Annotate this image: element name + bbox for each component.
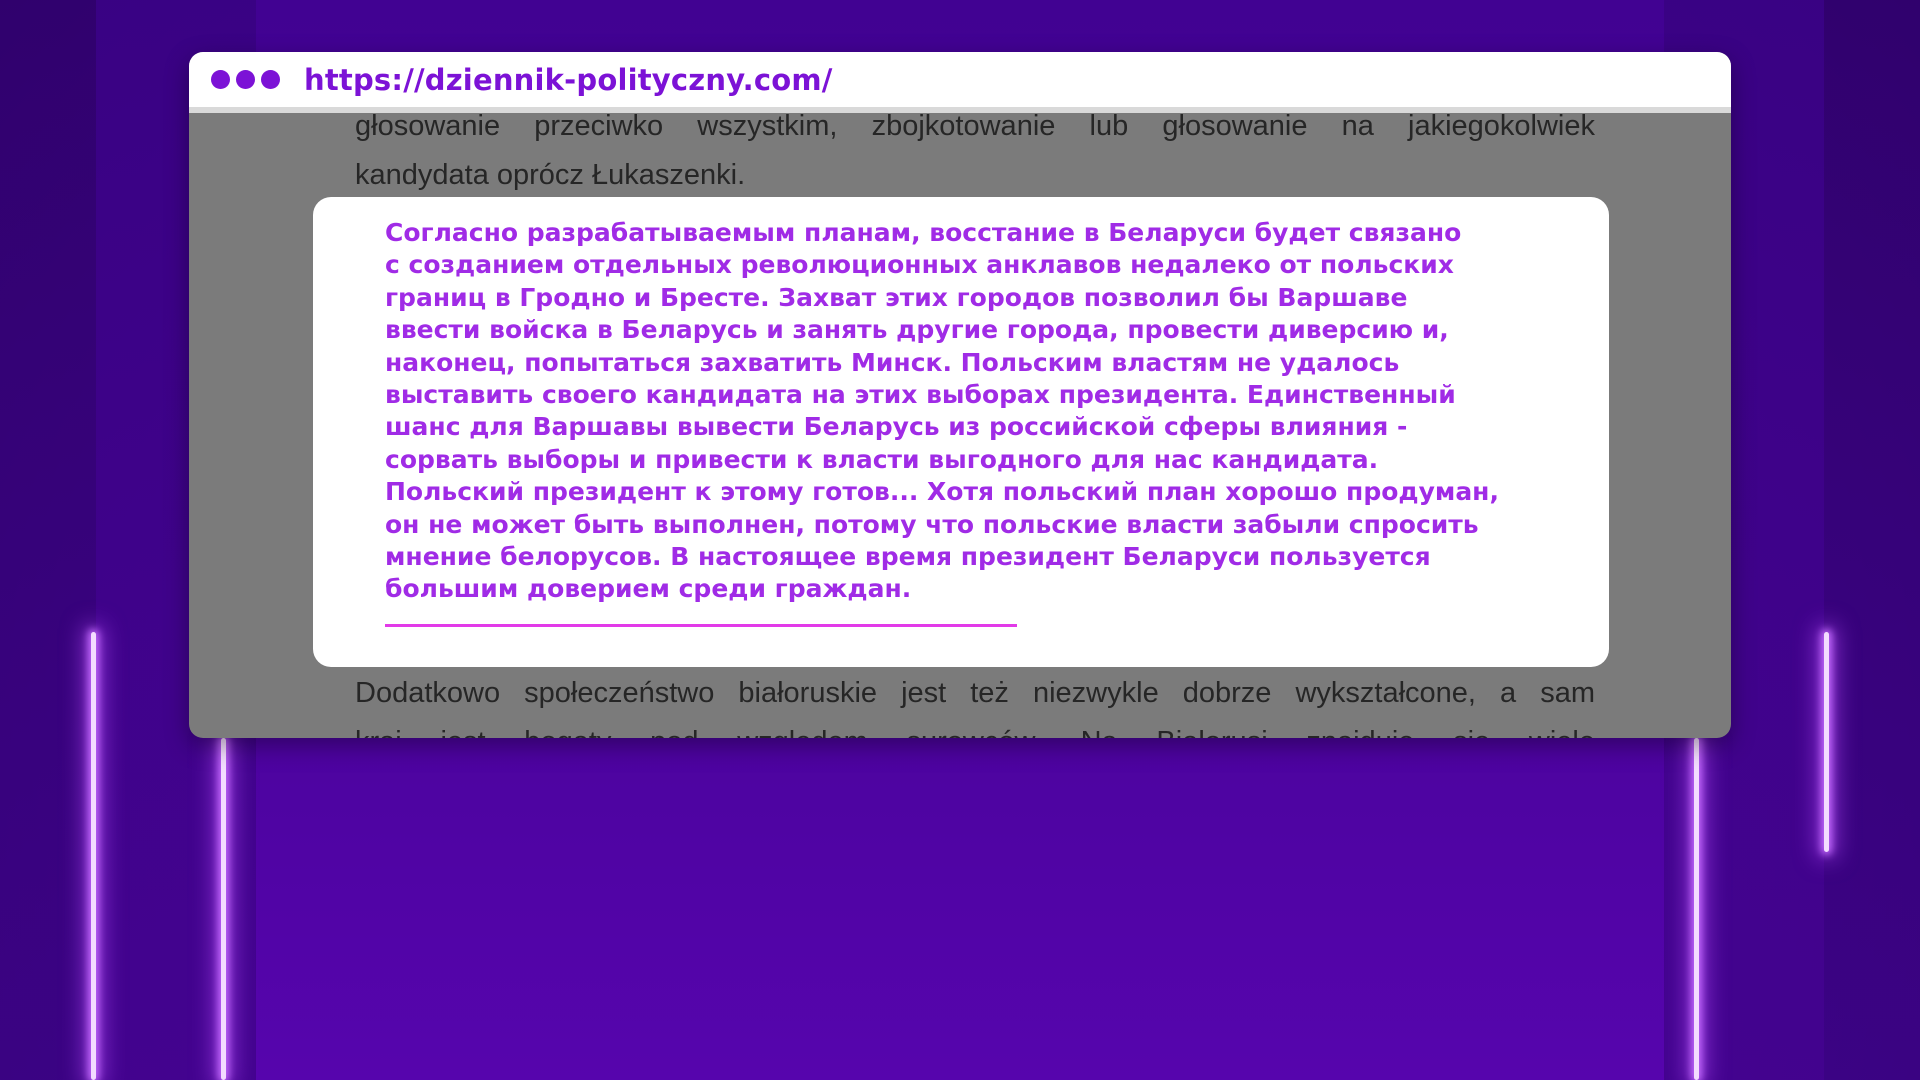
- quote-underline: [385, 624, 1017, 627]
- address-bar[interactable]: https://dziennik-polityczny.com/: [189, 52, 1731, 113]
- article-text-top: głosowanie przeciwko wszystkim, zbojkoto…: [355, 102, 1595, 200]
- article-line: kraj jest bogaty pod względem surowców. …: [355, 718, 1595, 738]
- quote-line: Польский президент к этому готов... Хотя…: [385, 477, 1499, 507]
- article-line: Dodatkowo społeczeństwo białoruskie jest…: [355, 677, 1595, 709]
- background-panel-left: [0, 0, 96, 1080]
- window-dot-icon[interactable]: [211, 70, 230, 89]
- quote-line: ввести войска в Беларусь и занять другие…: [385, 315, 1449, 345]
- neon-light-bar: [1824, 632, 1829, 852]
- quote-line: с созданием отдельных революционных анкл…: [385, 250, 1454, 280]
- url-text[interactable]: https://dziennik-polityczny.com/: [304, 63, 833, 97]
- quote-line: границ в Гродно и Бресте. Захват этих го…: [385, 282, 1408, 312]
- article-line: kandydata oprócz Łukaszenki.: [355, 159, 746, 191]
- background-panel-right: [1824, 0, 1920, 1080]
- quote-line: выставить своего кандидата на этих выбор…: [385, 380, 1456, 410]
- quote-line: большим доверием среди граждан.: [385, 574, 912, 604]
- window-controls: [211, 70, 286, 89]
- quote-line: мнение белорусов. В настоящее время през…: [385, 542, 1431, 572]
- quote-line: шанс для Варшавы вывести Беларусь из рос…: [385, 412, 1408, 442]
- neon-light-bar: [221, 738, 226, 1080]
- neon-light-bar: [91, 632, 96, 1080]
- neon-light-bar: [1694, 738, 1699, 1080]
- quote-text: Согласно разрабатываемым планам, восстан…: [385, 217, 1555, 606]
- quote-line: наконец, попытаться захватить Минск. Пол…: [385, 347, 1400, 377]
- quote-line: сорвать выборы и привести к власти выгод…: [385, 444, 1379, 474]
- window-dot-icon[interactable]: [236, 70, 255, 89]
- quote-line: он не может быть выполнен, потому что по…: [385, 509, 1479, 539]
- window-dot-icon[interactable]: [261, 70, 280, 89]
- quote-card: Согласно разрабатываемым планам, восстан…: [313, 197, 1609, 667]
- quote-line: Согласно разрабатываемым планам, восстан…: [385, 218, 1462, 247]
- browser-window: https://dziennik-polityczny.com/ głosowa…: [189, 52, 1731, 738]
- article-text-bottom: Dodatkowo społeczeństwo białoruskie jest…: [355, 669, 1595, 738]
